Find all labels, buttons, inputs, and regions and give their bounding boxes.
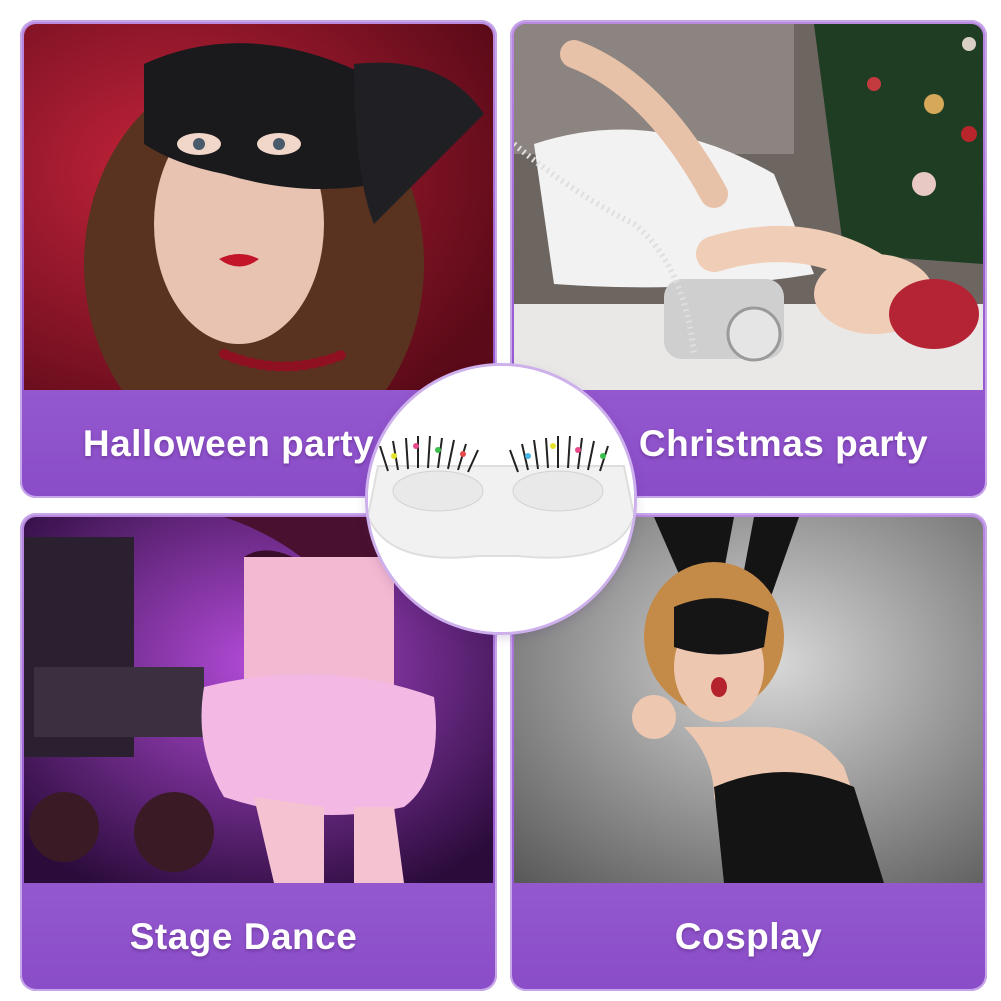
eyelash-product-image (368, 366, 634, 632)
halloween-party-photo (24, 24, 493, 390)
cosplay-label: Cosplay (674, 916, 823, 957)
eyelash-product-disc (368, 366, 634, 632)
christmas-party-photo (514, 24, 983, 390)
stage-dance-label: Stage Dance (129, 916, 358, 957)
